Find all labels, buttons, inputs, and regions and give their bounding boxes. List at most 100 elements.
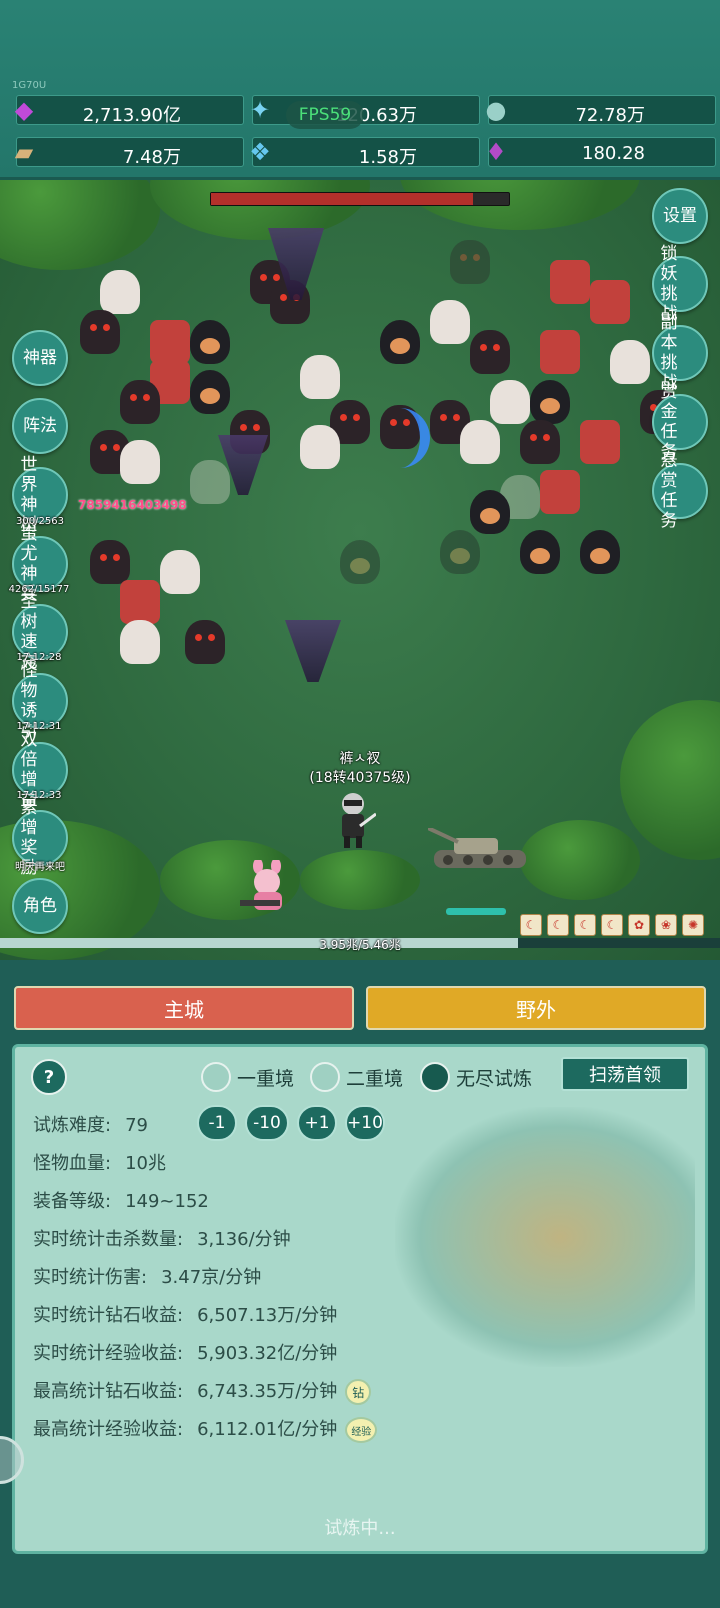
difficulty-minus-10-button[interactable]: -10 (245, 1105, 289, 1141)
diamond-badge: 钻 (345, 1379, 372, 1405)
difficulty-plus-10-button[interactable]: +10 (345, 1105, 385, 1141)
exp-text: 3.95兆/5.46兆 (319, 938, 401, 952)
mode-label: 二重境 (346, 1067, 404, 1090)
mode-option-endless[interactable]: 无尽试炼 (420, 1061, 532, 1093)
skill-icon[interactable]: ☾ (547, 914, 569, 936)
monster[interactable] (520, 530, 560, 574)
stat-label: 最高统计经验收益: (33, 1419, 184, 1440)
character-button[interactable]: 角色 (12, 878, 68, 934)
settings-button[interactable]: 设置 (652, 188, 708, 244)
monster[interactable] (190, 460, 230, 504)
radio-button[interactable] (201, 1062, 231, 1092)
tab-wild[interactable]: 野外 (366, 986, 706, 1030)
monster[interactable] (120, 380, 160, 424)
radio-button-selected[interactable] (420, 1062, 450, 1092)
formation-button[interactable]: 阵法 (12, 398, 68, 454)
fps-counter: FPS59 (286, 101, 364, 129)
skill-icon[interactable]: ✿ (628, 914, 650, 936)
reward-task-button[interactable]: 悬赏任务 (652, 451, 708, 531)
scroll-icon: ▰ (14, 138, 34, 166)
monster[interactable] (530, 380, 570, 424)
stat-row: 最高统计经验收益: 6,112.01亿/分钟 经验 (33, 1415, 378, 1443)
battle-field[interactable]: 7859416403498 神器 阵法 世界神树 300/2563 蚩尤神兵 4… (0, 180, 720, 960)
radio-button[interactable] (310, 1062, 340, 1092)
bounty-task-button[interactable]: 赏金任务 (652, 382, 708, 462)
monster[interactable] (470, 490, 510, 534)
difficulty-minus-1-button[interactable]: -1 (197, 1105, 237, 1141)
monster[interactable] (430, 300, 470, 344)
monster[interactable] (190, 370, 230, 414)
sweep-boss-button[interactable]: 扫荡首领 (561, 1057, 689, 1091)
skill-icon[interactable]: ❀ (655, 914, 677, 936)
stat-value: 6,743.35万/分钟 (197, 1381, 338, 1402)
help-button[interactable]: ? (31, 1059, 67, 1095)
resource-value: 7.48万 (122, 147, 181, 168)
player-character[interactable] (330, 790, 376, 850)
monster[interactable] (520, 420, 560, 464)
stat-row: 实时统计钻石收益: 6,507.13万/分钟 (33, 1301, 337, 1327)
monster[interactable] (460, 420, 500, 464)
world-tree-button[interactable]: 世界神树 (12, 455, 68, 535)
stat-row: 最高统计钻石收益: 6,743.35万/分钟钻 (33, 1377, 372, 1405)
monster[interactable] (610, 340, 650, 384)
skill-icon[interactable]: ☾ (520, 914, 542, 936)
monster[interactable] (185, 620, 225, 664)
monster[interactable] (440, 530, 480, 574)
monster[interactable] (540, 470, 580, 514)
tab-main-city[interactable]: 主城 (14, 986, 354, 1030)
monster[interactable] (470, 330, 510, 374)
artifact-button-label: 神器 (23, 348, 57, 368)
monster[interactable] (100, 270, 140, 314)
stat-label: 实时统计钻石收益: (33, 1305, 184, 1326)
monster[interactable] (550, 260, 590, 304)
monster[interactable] (380, 320, 420, 364)
monster[interactable] (490, 380, 530, 424)
mode-label: 无尽试炼 (456, 1067, 533, 1090)
stat-value: 149~152 (125, 1191, 209, 1212)
resource-diamond: ◆ 2,713.90亿 (15, 95, 244, 126)
monster[interactable] (340, 540, 380, 584)
resource-value: 72.78万 (575, 105, 645, 126)
monster[interactable] (580, 530, 620, 574)
monster[interactable] (590, 280, 630, 324)
monster[interactable] (300, 355, 340, 399)
exp-badge: 经验 (345, 1417, 378, 1443)
skill-icon[interactable]: ✺ (682, 914, 704, 936)
monster[interactable] (80, 310, 120, 354)
monster[interactable] (540, 330, 580, 374)
tank-companion[interactable] (428, 828, 532, 872)
monster[interactable] (120, 580, 160, 624)
monster[interactable] (120, 440, 160, 484)
stat-label: 装备等级: (33, 1191, 112, 1212)
monster[interactable] (120, 620, 160, 664)
difficulty-label: 试炼难度: (33, 1115, 112, 1136)
artifact-button[interactable]: 神器 (12, 330, 68, 386)
monster[interactable] (450, 240, 490, 284)
skill-icon[interactable]: ☾ (601, 914, 623, 936)
mode-option-1[interactable]: 一重境 (201, 1061, 294, 1093)
stat-value: 3.47京/分钟 (161, 1267, 262, 1288)
resource-value: 180.28 (582, 143, 645, 164)
monster[interactable] (300, 425, 340, 469)
stat-label: 实时统计击杀数量: (33, 1229, 184, 1250)
formation-button-label: 阵法 (23, 416, 57, 436)
stat-value: 6,112.01亿/分钟 (197, 1419, 338, 1440)
monster[interactable] (150, 320, 190, 364)
difficulty-plus-1-button[interactable]: +1 (297, 1105, 337, 1141)
skill-icon[interactable]: ☾ (574, 914, 596, 936)
resource-value: 1.58万 (358, 147, 417, 168)
monster[interactable] (190, 320, 230, 364)
pouch-icon: ♦ (485, 138, 507, 166)
mode-option-2[interactable]: 二重境 (310, 1061, 403, 1093)
monster[interactable] (90, 540, 130, 584)
resource-ice-gem: ❖ 1.58万 (249, 137, 480, 168)
bottom-panel: 主城 野外 ? 一重境 二重境 无尽试炼 扫荡首领 试炼难度: 79 -1 -10… (0, 968, 720, 1608)
monster[interactable] (160, 550, 200, 594)
pet-companion[interactable] (240, 860, 306, 916)
monster[interactable] (580, 420, 620, 464)
dungeon-challenge-label: 副本挑战 (660, 313, 678, 393)
trial-panel: ? 一重境 二重境 无尽试炼 扫荡首领 试炼难度: 79 -1 -10 +1 +1… (12, 1044, 708, 1554)
demon-lock-challenge-button[interactable]: 锁妖挑战 (652, 244, 708, 324)
dungeon-challenge-button[interactable]: 副本挑战 (652, 313, 708, 393)
difficulty-value: 79 (125, 1115, 148, 1136)
